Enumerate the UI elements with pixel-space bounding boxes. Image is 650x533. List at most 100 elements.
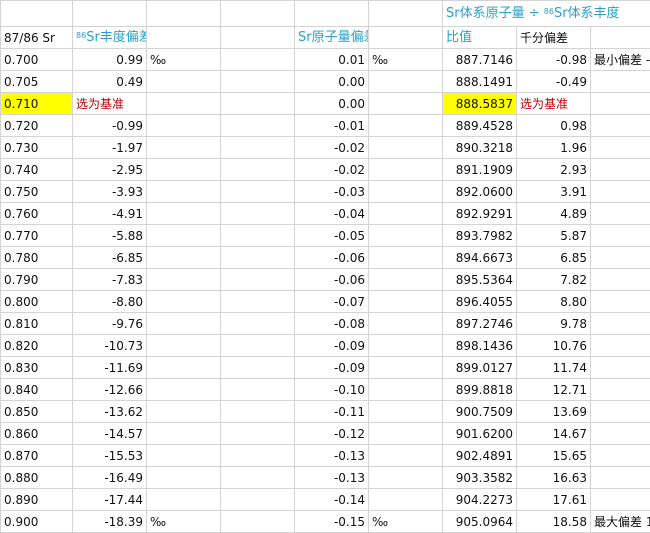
- permille-dev-cell[interactable]: 3.91: [517, 181, 591, 203]
- ratio-value-cell[interactable]: 889.4528: [443, 115, 517, 137]
- mass-dev-cell[interactable]: 0.01: [295, 49, 369, 71]
- permille-dev-cell[interactable]: 8.80: [517, 291, 591, 313]
- note-cell[interactable]: [591, 247, 650, 269]
- permille-dev-cell[interactable]: 5.87: [517, 225, 591, 247]
- ratio-value-cell[interactable]: 892.0600: [443, 181, 517, 203]
- mass-dev-cell[interactable]: -0.14: [295, 489, 369, 511]
- ratio-cell[interactable]: 0.800: [1, 291, 73, 313]
- unit-cell[interactable]: [147, 423, 221, 445]
- unit-cell[interactable]: [147, 379, 221, 401]
- note-cell[interactable]: [591, 181, 650, 203]
- abundance-dev-cell[interactable]: -7.83: [73, 269, 147, 291]
- note-cell[interactable]: [591, 467, 650, 489]
- blank-cell[interactable]: [221, 93, 295, 115]
- permille-dev-cell[interactable]: 1.96: [517, 137, 591, 159]
- mass-dev-cell[interactable]: -0.06: [295, 247, 369, 269]
- unit-cell[interactable]: ‰: [369, 511, 443, 533]
- abundance-dev-cell[interactable]: -9.76: [73, 313, 147, 335]
- permille-dev-cell[interactable]: 14.67: [517, 423, 591, 445]
- mass-dev-cell[interactable]: -0.06: [295, 269, 369, 291]
- unit-cell[interactable]: [369, 291, 443, 313]
- mass-dev-cell[interactable]: -0.03: [295, 181, 369, 203]
- cell-f1[interactable]: [369, 1, 443, 27]
- mass-dev-cell[interactable]: -0.01: [295, 115, 369, 137]
- note-cell[interactable]: [591, 159, 650, 181]
- unit-cell[interactable]: [147, 71, 221, 93]
- mass-dev-cell[interactable]: -0.12: [295, 423, 369, 445]
- ratio-cell[interactable]: 0.740: [1, 159, 73, 181]
- ratio-cell[interactable]: 0.700: [1, 49, 73, 71]
- blank-cell[interactable]: [221, 159, 295, 181]
- abundance-dev-cell[interactable]: -2.95: [73, 159, 147, 181]
- note-cell[interactable]: [591, 445, 650, 467]
- unit-cell[interactable]: [147, 159, 221, 181]
- permille-dev-cell[interactable]: 11.74: [517, 357, 591, 379]
- ratio-value-cell[interactable]: 887.7146: [443, 49, 517, 71]
- mass-dev-cell[interactable]: -0.13: [295, 467, 369, 489]
- unit-cell[interactable]: [147, 269, 221, 291]
- blank-cell[interactable]: [221, 379, 295, 401]
- unit-cell[interactable]: [369, 401, 443, 423]
- blank-cell[interactable]: [221, 423, 295, 445]
- mass-dev-cell[interactable]: -0.11: [295, 401, 369, 423]
- unit-cell[interactable]: [369, 159, 443, 181]
- ratio-value-cell[interactable]: 897.2746: [443, 313, 517, 335]
- blank-cell[interactable]: [221, 203, 295, 225]
- mass-dev-cell[interactable]: -0.07: [295, 291, 369, 313]
- note-cell[interactable]: [591, 71, 650, 93]
- ratio-value-cell[interactable]: 888.5837: [443, 93, 517, 115]
- note-cell[interactable]: [591, 225, 650, 247]
- note-cell[interactable]: [591, 313, 650, 335]
- unit-cell[interactable]: [147, 357, 221, 379]
- ratio-cell[interactable]: 0.720: [1, 115, 73, 137]
- cell-i2[interactable]: [591, 27, 650, 49]
- ratio-value-cell[interactable]: 896.4055: [443, 291, 517, 313]
- mass-dev-cell[interactable]: -0.05: [295, 225, 369, 247]
- unit-cell[interactable]: [369, 225, 443, 247]
- blank-cell[interactable]: [221, 291, 295, 313]
- note-cell[interactable]: [591, 423, 650, 445]
- blank-cell[interactable]: [221, 225, 295, 247]
- permille-dev-cell[interactable]: 12.71: [517, 379, 591, 401]
- ratio-value-cell[interactable]: 891.1909: [443, 159, 517, 181]
- abundance-dev-cell[interactable]: -3.93: [73, 181, 147, 203]
- ratio-cell[interactable]: 0.850: [1, 401, 73, 423]
- blank-cell[interactable]: [221, 71, 295, 93]
- unit-cell[interactable]: [369, 71, 443, 93]
- cell-b1[interactable]: [73, 1, 147, 27]
- unit-cell[interactable]: [369, 423, 443, 445]
- unit-cell[interactable]: [369, 379, 443, 401]
- unit-cell[interactable]: ‰: [147, 511, 221, 533]
- abundance-dev-cell[interactable]: -13.62: [73, 401, 147, 423]
- ratio-value-header[interactable]: 比值: [443, 27, 517, 49]
- cell-e1[interactable]: [295, 1, 369, 27]
- ratio-value-cell[interactable]: 894.6673: [443, 247, 517, 269]
- mass-dev-cell[interactable]: 0.00: [295, 93, 369, 115]
- abundance-dev-cell[interactable]: -15.53: [73, 445, 147, 467]
- abundance-dev-cell[interactable]: -6.85: [73, 247, 147, 269]
- mass-dev-cell[interactable]: -0.15: [295, 511, 369, 533]
- ratio-value-cell[interactable]: 899.0127: [443, 357, 517, 379]
- selected-baseline-label[interactable]: 选为基准: [73, 93, 147, 115]
- unit-cell[interactable]: [369, 467, 443, 489]
- blank-cell[interactable]: [221, 115, 295, 137]
- note-cell[interactable]: 最小偏差 -0.98‰: [591, 49, 650, 71]
- unit-cell[interactable]: [369, 489, 443, 511]
- unit-cell[interactable]: [147, 203, 221, 225]
- ratio-cell[interactable]: 0.810: [1, 313, 73, 335]
- blank-cell[interactable]: [221, 511, 295, 533]
- note-cell[interactable]: [591, 489, 650, 511]
- ratio-value-cell[interactable]: 900.7509: [443, 401, 517, 423]
- permille-dev-cell[interactable]: 0.98: [517, 115, 591, 137]
- unit-cell[interactable]: [369, 335, 443, 357]
- unit-cell[interactable]: [147, 291, 221, 313]
- merged-title-cell[interactable]: Sr体系原子量 ÷ 86Sr体系丰度: [443, 1, 650, 27]
- ratio-value-cell[interactable]: 895.5364: [443, 269, 517, 291]
- blank-cell[interactable]: [221, 181, 295, 203]
- permille-dev-cell[interactable]: 17.61: [517, 489, 591, 511]
- ratio-cell[interactable]: 0.710: [1, 93, 73, 115]
- ratio-cell[interactable]: 0.770: [1, 225, 73, 247]
- permille-dev-cell[interactable]: 7.82: [517, 269, 591, 291]
- mass-dev-cell[interactable]: -0.09: [295, 357, 369, 379]
- unit-cell[interactable]: ‰: [147, 49, 221, 71]
